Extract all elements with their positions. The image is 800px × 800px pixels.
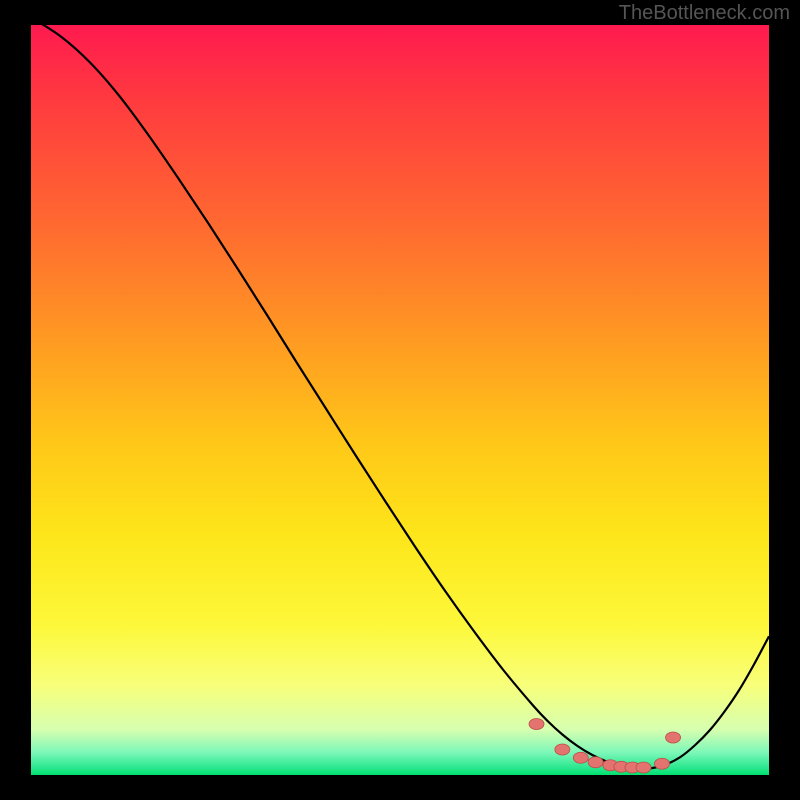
chart-container: TheBottleneck.com [0, 0, 800, 800]
data-marker [529, 719, 544, 730]
marker-layer [31, 25, 769, 775]
data-marker [666, 732, 681, 743]
data-marker [588, 757, 603, 768]
watermark-text: TheBottleneck.com [619, 2, 790, 25]
data-marker [654, 758, 669, 769]
plot-area [31, 25, 769, 775]
data-marker [573, 752, 588, 763]
data-marker [555, 744, 570, 755]
data-marker [636, 762, 651, 773]
